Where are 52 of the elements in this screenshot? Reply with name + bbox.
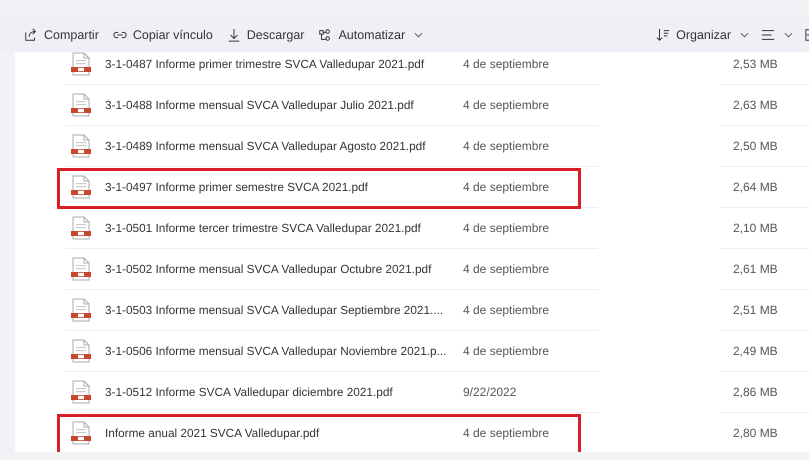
modified-date: 4 de septiembre xyxy=(463,262,550,276)
modified-date: 4 de septiembre xyxy=(463,344,550,358)
modified-date: 9/22/2022 xyxy=(463,385,516,399)
modified-date: 4 de septiembre xyxy=(463,98,550,112)
modified-date: 4 de septiembre xyxy=(463,57,550,71)
file-size: 2,63 MB xyxy=(733,98,778,112)
pdf-file-icon xyxy=(71,216,91,240)
automate-icon xyxy=(318,28,332,42)
download-icon xyxy=(226,28,241,42)
file-size: 2,50 MB xyxy=(733,139,778,153)
pdf-file-icon xyxy=(71,175,91,199)
file-name[interactable]: 3-1-0506 Informe mensual SVCA Valledupar Noviembre 2021.p... xyxy=(105,344,463,358)
file-name[interactable]: Informe anual 2021 SVCA Valledupar.pdf xyxy=(105,426,463,440)
sort-icon xyxy=(656,28,670,42)
toolbar-button[interactable]: Descargar xyxy=(226,26,304,44)
file-size: 2,64 MB xyxy=(733,180,778,194)
toolbar-button[interactable]: Compartir xyxy=(24,26,99,44)
modified-date: 4 de septiembre xyxy=(463,303,550,317)
file-name[interactable]: 3-1-0501 Informe tercer trimestre SVCA Valledupar 2021.pdf xyxy=(105,221,463,235)
pdf-file-icon xyxy=(71,380,91,404)
pdf-file-icon xyxy=(71,93,91,117)
file-size: 2,49 MB xyxy=(733,344,778,358)
modified-date: 4 de septiembre xyxy=(463,426,550,440)
file-size: 2,51 MB xyxy=(733,303,778,317)
file-name[interactable]: 3-1-0487 Informe primer trimestre SVCA Valledupar 2021.pdf xyxy=(105,57,463,71)
share-icon xyxy=(24,28,38,42)
file-name[interactable]: 3-1-0502 Informe mensual SVCA Valledupar Octubre 2021.pdf xyxy=(105,262,463,276)
file-size: 2,80 MB xyxy=(733,426,778,440)
view-icon xyxy=(761,28,775,42)
toolbar-button[interactable]: Copiar vínculo xyxy=(112,26,213,44)
file-name[interactable]: 3-1-0503 Informe mensual SVCA Valledupar Septiembre 2021.... xyxy=(105,303,463,317)
pdf-file-icon xyxy=(71,421,91,445)
pdf-file-icon xyxy=(71,339,91,363)
pdf-file-icon xyxy=(71,257,91,281)
file-size: 2,53 MB xyxy=(733,57,778,71)
chevron-down-icon xyxy=(740,32,749,38)
pdf-file-icon xyxy=(71,298,91,322)
file-name[interactable]: 3-1-0488 Informe mensual SVCA Valledupar Julio 2021.pdf xyxy=(105,98,463,112)
modified-date: 4 de septiembre xyxy=(463,221,550,235)
file-size: 2,10 MB xyxy=(733,221,778,235)
file-size: 2,86 MB xyxy=(733,385,778,399)
file-name[interactable]: 3-1-0497 Informe primer semestre SVCA 2021.pdf xyxy=(105,180,463,194)
toolbar-button[interactable]: Organizar xyxy=(656,26,749,44)
modified-date: 4 de septiembre xyxy=(463,139,550,153)
file-size: 2,61 MB xyxy=(733,262,778,276)
toolbar-button[interactable]: Automatizar xyxy=(318,26,424,44)
modified-date: 4 de septiembre xyxy=(463,180,550,194)
pdf-file-icon xyxy=(71,134,91,158)
chevron-down-icon xyxy=(414,32,424,38)
file-name[interactable]: 3-1-0489 Informe mensual SVCA Valledupar Agosto 2021.pdf xyxy=(105,139,463,153)
file-name[interactable]: 3-1-0512 Informe SVCA Valledupar diciembre 2021.pdf xyxy=(105,385,463,399)
chevron-down-icon xyxy=(784,32,793,38)
